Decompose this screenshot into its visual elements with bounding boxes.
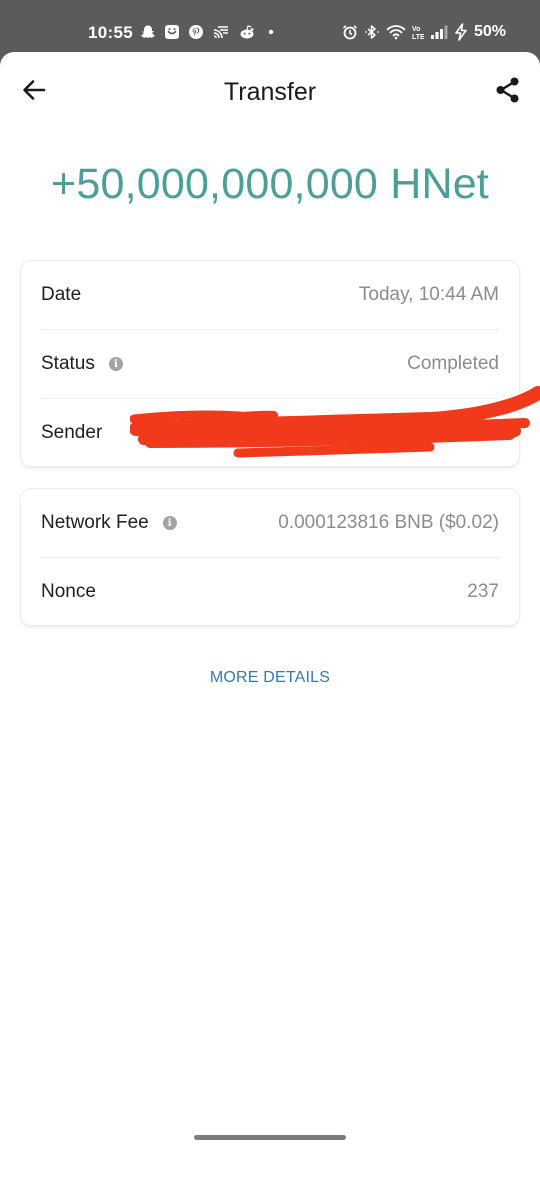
status-value: Completed [407,353,499,374]
date-row: Date Today, 10:44 AM [41,261,499,330]
more-details-link[interactable]: MORE DETAILS [0,669,540,687]
page-title: Transfer [223,78,317,106]
network-fee-label: Network Fee [41,512,149,533]
info-icon[interactable]: i [108,357,123,371]
share-button[interactable] [490,74,526,110]
alarm-icon [342,24,358,40]
nonce-label: Nonce [41,581,96,602]
nonce-value: 237 [467,581,499,602]
snapchat-icon [140,24,156,40]
status-bar: 10:55 Vo LTE 50% [0,0,540,60]
wifi-icon [386,24,406,40]
pinterest-icon [188,24,204,40]
lte-icon: Vo LTE [412,24,424,40]
more-dot-icon [264,24,278,40]
redaction-scribble [130,386,540,458]
messages-icon [164,24,180,40]
charging-icon [454,23,468,41]
reddit-icon [238,24,256,40]
status-time: 10:55 [88,23,133,42]
status-label-wrap: Status i [41,353,123,375]
date-value: Today, 10:44 AM [358,284,499,305]
system-status: Vo LTE 50% [342,23,506,41]
home-indicator[interactable] [194,1135,346,1140]
info-icon[interactable]: i [162,516,177,530]
network-fee-label-wrap: Network Fee i [41,512,177,534]
svg-text:LTE: LTE [412,34,424,40]
signal-icon [430,24,448,40]
cast-icon [212,24,230,40]
nonce-row: Nonce 237 [41,558,499,626]
notification-icons [140,24,278,40]
share-icon [494,76,522,109]
transfer-amount: +50,000,000,000 HNet [51,160,489,208]
network-fee-value: 0.000123816 BNB ($0.02) [278,512,499,533]
status-label: Status [41,353,95,374]
svg-text:Vo: Vo [412,26,420,33]
battery-percentage: 50% [473,23,506,40]
fee-card: Network Fee i 0.000123816 BNB ($0.02) No… [21,489,519,625]
date-label: Date [41,284,82,305]
bluetooth-icon [364,24,380,40]
transfer-screen: Transfer +50,000,000,000 HNet Date Today… [0,52,540,1200]
network-fee-row: Network Fee i 0.000123816 BNB ($0.02) [41,489,499,558]
app-bar: Transfer [0,52,540,132]
sender-label: Sender [41,422,103,443]
